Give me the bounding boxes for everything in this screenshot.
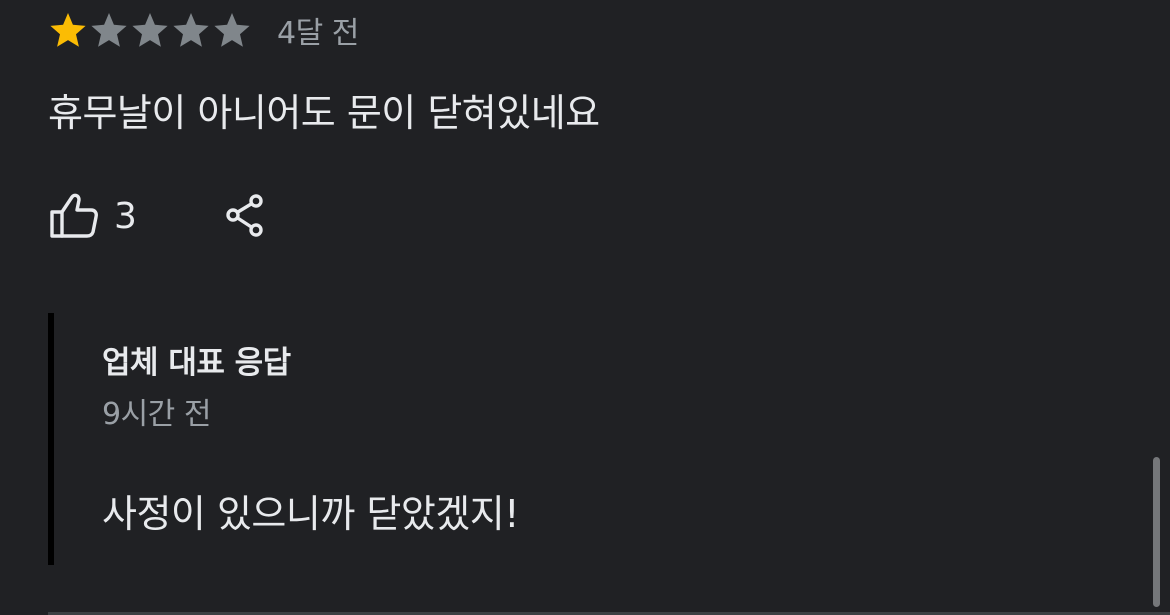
star-filled-icon: [48, 8, 88, 52]
review-time: 4달 전: [277, 16, 359, 51]
star-rating: [48, 8, 253, 52]
share-button[interactable]: [223, 192, 267, 240]
review-rating-row: 4달 전: [48, 8, 359, 52]
owner-response-title: 업체 대표 응답: [102, 345, 291, 381]
owner-response-time: 9시간 전: [102, 397, 211, 432]
star-empty-icon: [212, 8, 252, 52]
like-count: 3: [114, 195, 137, 237]
thumbs-up-icon: [48, 191, 100, 241]
share-icon: [223, 192, 267, 240]
owner-response-text: 사정이 있으니까 닫았겠지!: [102, 492, 519, 536]
star-empty-icon: [171, 8, 211, 52]
review-text: 휴무날이 아니어도 문이 닫혀있네요: [48, 91, 600, 135]
review-actions: 3: [48, 186, 267, 246]
scrollbar-thumb[interactable]: [1153, 457, 1160, 607]
star-empty-icon: [130, 8, 170, 52]
star-empty-icon: [89, 8, 129, 52]
owner-response: 업체 대표 응답 9시간 전 사정이 있으니까 닫았겠지!: [48, 313, 754, 565]
like-button[interactable]: 3: [48, 191, 137, 241]
